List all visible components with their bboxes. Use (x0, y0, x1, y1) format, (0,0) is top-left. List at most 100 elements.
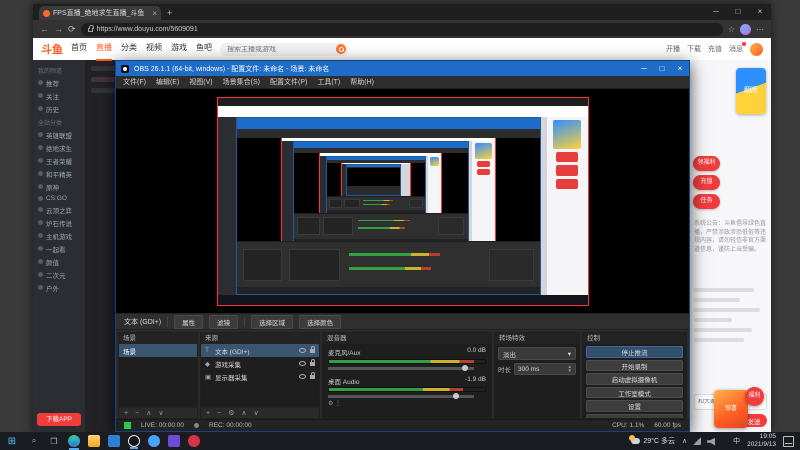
back-icon[interactable]: ← (40, 24, 49, 34)
user-avatar[interactable] (750, 42, 763, 56)
visibility-eye-icon[interactable] (299, 348, 306, 353)
activity-pill-recharge[interactable]: 充值 (693, 175, 720, 190)
tray-expand-icon[interactable]: ∧ (682, 437, 687, 445)
source-item-text[interactable]: T 文本 (GDI+) (201, 344, 319, 357)
url-input[interactable]: https://www.douyu.com/5609091 (80, 22, 723, 36)
taskbar-clock[interactable]: 19:05 2021/9/13 (747, 433, 776, 449)
obs-title-bar[interactable]: OBS 26.1.1 (64-bit, windows) - 配置文件: 未命名… (116, 61, 689, 76)
channel-options-icons[interactable]: ⚙ ⋮ (328, 400, 486, 407)
spinner-arrows[interactable]: ▲ ▼ (568, 364, 572, 373)
sidebar-item-pubg[interactable]: 绝地求生 (33, 141, 85, 154)
action-messages[interactable]: 消息 (729, 42, 746, 54)
menu-help[interactable]: 帮助(H) (350, 77, 374, 87)
sidebar-item-beauty[interactable]: 颜值 (33, 255, 85, 268)
lock-icon[interactable] (310, 358, 315, 366)
sidebar-item-genshin[interactable]: 原神 (33, 180, 85, 193)
sidebar-item-history[interactable]: 历史 (33, 102, 85, 115)
transition-select[interactable]: 淡出 ▾ (498, 347, 576, 360)
settings-button[interactable]: 设置 (586, 400, 683, 412)
browser-menu-icon[interactable]: ⋯ (756, 25, 764, 34)
add-scene-icon[interactable]: + (124, 410, 128, 417)
sidebar-item-hearthstone[interactable]: 炉石传说 (33, 216, 85, 229)
network-icon[interactable] (693, 437, 702, 445)
volume-slider[interactable] (328, 364, 474, 371)
source-settings-icon[interactable]: ⚙ (228, 409, 234, 417)
start-recording-button[interactable]: 开始录制 (586, 359, 683, 371)
taskbar-icon-explorer[interactable] (88, 435, 100, 447)
action-broadcast[interactable]: 开播 (666, 44, 680, 54)
nav-home[interactable]: 首页 (71, 38, 87, 61)
activity-mascot-card[interactable]: 翻牌 (736, 68, 766, 114)
browser-profile-avatar[interactable] (740, 23, 751, 35)
taskbar-icon-edge[interactable] (68, 435, 80, 450)
studio-mode-button[interactable]: 工作室模式 (586, 386, 683, 398)
sidebar-item-follow[interactable]: 关注 (33, 89, 85, 102)
source-properties-button[interactable]: 属性 (174, 314, 204, 329)
sidebar-item-acg[interactable]: 二次元 (33, 268, 85, 281)
remove-scene-icon[interactable]: − (135, 410, 139, 417)
activity-pill-task[interactable]: 任务 (693, 194, 720, 209)
start-button[interactable]: ⊞ (0, 436, 24, 447)
duration-spinner[interactable]: 300 ms ▲ ▼ (514, 363, 576, 375)
sidebar-item-recommend[interactable]: 推荐 (33, 76, 85, 89)
nav-games[interactable]: 游戏 (171, 38, 187, 61)
bookmark-star-icon[interactable]: ☆ (728, 25, 735, 34)
maximize-button[interactable]: □ (727, 4, 749, 20)
menu-profile[interactable]: 配置文件(P) (270, 77, 307, 87)
welfare-badge[interactable]: 福利 (745, 387, 764, 406)
nav-categories[interactable]: 分类 (121, 38, 137, 61)
obs-preview-canvas[interactable] (116, 89, 689, 313)
stop-streaming-button[interactable]: 停止推流 (586, 346, 683, 358)
volume-slider[interactable] (328, 393, 474, 399)
lock-icon[interactable] (310, 345, 315, 353)
nav-live[interactable]: 直播 (96, 38, 112, 61)
volume-knob[interactable] (453, 393, 460, 399)
menu-file[interactable]: 文件(F) (123, 77, 146, 87)
taskbar-icon-chat[interactable] (148, 435, 160, 447)
minimize-button[interactable]: ─ (705, 4, 727, 20)
volume-icon[interactable] (707, 437, 716, 446)
activity-pill-welfare[interactable]: 领福利 (693, 156, 720, 171)
sidebar-item-pfjy[interactable]: 和平精英 (33, 167, 85, 180)
new-tab-button[interactable]: + (167, 6, 172, 20)
menu-edit[interactable]: 编辑(E) (156, 77, 179, 87)
menu-view[interactable]: 视图(V) (189, 77, 212, 87)
browser-tab[interactable]: FPS直播_绝地求生直播_斗鱼 × (39, 6, 161, 20)
scene-down-icon[interactable]: ∨ (158, 409, 163, 417)
obs-maximize-button[interactable]: □ (653, 61, 671, 76)
obs-close-button[interactable]: × (671, 61, 689, 76)
sidebar-item-hok[interactable]: 王者荣耀 (33, 154, 85, 167)
sidebar-item-csgo[interactable]: CS:GO (33, 193, 85, 203)
visibility-eye-icon[interactable] (299, 361, 306, 366)
select-region-button[interactable]: 选择区域 (251, 314, 294, 329)
scene-list-item[interactable]: 场景 (119, 344, 197, 357)
douyu-logo[interactable]: 斗鱼 (41, 41, 63, 57)
virtual-camera-button[interactable]: 启动虚拟摄像机 (586, 373, 683, 385)
menu-scene-collection[interactable]: 场景集合(S) (223, 77, 260, 87)
taskbar-icon-store[interactable] (108, 435, 120, 447)
source-up-icon[interactable]: ∧ (241, 409, 246, 417)
remove-source-icon[interactable]: − (217, 410, 221, 417)
visibility-eye-icon[interactable] (299, 374, 306, 379)
taskbar-search-icon[interactable]: ⌕ (24, 436, 44, 446)
search-icon[interactable] (336, 44, 346, 54)
taskbar-icon-obs[interactable] (128, 435, 140, 449)
taskbar-icon-game[interactable] (168, 435, 180, 447)
taskbar-icon-music[interactable] (188, 435, 200, 447)
site-search[interactable] (220, 42, 348, 56)
lock-icon[interactable] (310, 371, 315, 379)
action-recharge[interactable]: 充值 (708, 44, 722, 54)
sidebar-item-watch[interactable]: 一起看 (33, 242, 85, 255)
exit-button[interactable]: 退出 (586, 413, 683, 418)
task-view-icon[interactable]: ❐ (44, 437, 64, 446)
scene-up-icon[interactable]: ∧ (146, 409, 151, 417)
source-item-game-capture[interactable]: ◆ 游戏采集 (201, 357, 319, 370)
sidebar-item-tft[interactable]: 云顶之弈 (33, 203, 85, 216)
download-app-button[interactable]: 下载APP (37, 413, 81, 426)
sidebar-item-outdoor[interactable]: 户外 (33, 281, 85, 294)
sidebar-item-lol[interactable]: 英雄联盟 (33, 128, 85, 141)
nav-yuba[interactable]: 鱼吧 (196, 38, 212, 61)
volume-knob[interactable] (462, 364, 469, 371)
forward-icon[interactable]: → (54, 24, 63, 34)
obs-minimize-button[interactable]: ─ (635, 61, 653, 76)
